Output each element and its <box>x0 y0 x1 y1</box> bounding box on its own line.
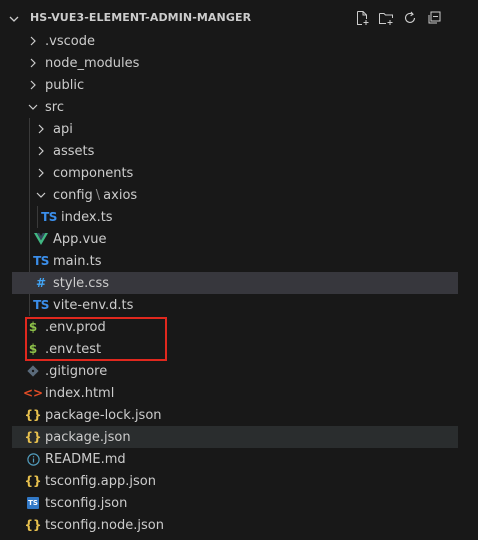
chevron-right-icon <box>33 118 49 140</box>
json-icon: {} <box>24 408 42 422</box>
tree-item-index-ts[interactable]: TS index.ts <box>0 206 478 228</box>
refresh-icon[interactable] <box>401 9 419 27</box>
tree-item-label: .gitignore <box>45 363 108 379</box>
chevron-down-icon <box>33 184 49 206</box>
chevron-right-icon <box>25 52 41 74</box>
tree-item-readme-md[interactable]: README.md <box>0 448 478 470</box>
tree-item-config-axios[interactable]: config \ axios <box>0 184 478 206</box>
tree-item-label: tsconfig.app.json <box>45 473 156 489</box>
chevron-right-icon <box>25 74 41 96</box>
chevron-right-icon <box>33 140 49 162</box>
tree-item-label: index.ts <box>61 209 113 225</box>
tree-item-node-modules[interactable]: node_modules <box>0 52 478 74</box>
json-icon: {} <box>24 474 42 488</box>
tree-item-src[interactable]: src <box>0 96 478 118</box>
tree-item-vscode[interactable]: .vscode <box>0 30 478 52</box>
html-icon: <> <box>22 386 44 400</box>
highlight-box <box>25 317 167 361</box>
tree-item-label: api <box>53 121 73 137</box>
tree-item-label: package-lock.json <box>45 407 162 423</box>
tree-item-label: public <box>45 77 85 93</box>
typescript-icon: TS <box>41 210 57 224</box>
collapse-all-icon[interactable] <box>425 9 443 27</box>
tree-item-style-css[interactable]: # style.css <box>12 272 458 294</box>
tree-item-gitignore[interactable]: .gitignore <box>0 360 478 382</box>
json-icon: {} <box>24 518 42 532</box>
tree-item-index-html[interactable]: <> index.html <box>0 382 478 404</box>
tree-item-label: src <box>45 99 64 115</box>
chevron-down-icon <box>25 96 41 118</box>
tree-item-label: App.vue <box>53 231 107 247</box>
folder-segment-config: config <box>53 187 93 203</box>
tree-item-tsconfig-node-json[interactable]: {} tsconfig.node.json <box>0 514 478 536</box>
git-icon <box>25 360 41 382</box>
tree-item-label: index.html <box>45 385 115 401</box>
tree-item-label: main.ts <box>53 253 102 269</box>
tree-item-label: vite-env.d.ts <box>53 297 134 313</box>
chevron-down-icon[interactable] <box>6 11 22 27</box>
tree-item-main-ts[interactable]: TS main.ts <box>0 250 478 272</box>
css-icon: # <box>35 276 47 290</box>
info-icon <box>25 448 41 470</box>
tree-item-label: package.json <box>45 429 131 445</box>
tree-item-label: .vscode <box>45 33 95 49</box>
folder-segment-axios: axios <box>103 187 138 203</box>
tree-item-tsconfig-json[interactable]: TS tsconfig.json <box>0 492 478 514</box>
tree-item-label: components <box>53 165 134 181</box>
tree-item-vite-env-dts[interactable]: TS vite-env.d.ts <box>0 294 478 316</box>
tree-item-label: style.css <box>53 275 109 291</box>
tree-item-api[interactable]: api <box>0 118 478 140</box>
tree-item-label: node_modules <box>45 55 140 71</box>
typescript-icon: TS <box>33 298 49 312</box>
tsconfig-icon: TS <box>27 497 39 509</box>
typescript-icon: TS <box>33 254 49 268</box>
json-icon: {} <box>24 430 42 444</box>
workspace-title[interactable]: HS-VUE3-ELEMENT-ADMIN-MANGER <box>30 11 251 24</box>
tree-item-components[interactable]: components <box>0 162 478 184</box>
tree-item-public[interactable]: public <box>0 74 478 96</box>
new-folder-icon[interactable] <box>377 9 395 27</box>
new-file-icon[interactable] <box>353 9 371 27</box>
vue-icon <box>33 228 49 250</box>
chevron-right-icon <box>25 30 41 52</box>
tree-item-label: tsconfig.node.json <box>45 517 164 533</box>
tree-item-assets[interactable]: assets <box>0 140 478 162</box>
tree-item-package-json[interactable]: {} package.json <box>12 426 458 448</box>
tree-item-label: README.md <box>45 451 126 467</box>
explorer-toolbar <box>353 9 443 27</box>
tree-item-label: tsconfig.json <box>45 495 128 511</box>
tree-item-label: config \ axios <box>53 184 137 206</box>
path-separator: \ <box>95 187 101 203</box>
tree-item-app-vue[interactable]: App.vue <box>0 228 478 250</box>
tree-item-package-lock-json[interactable]: {} package-lock.json <box>0 404 478 426</box>
tree-item-label: assets <box>53 143 95 159</box>
tree-item-tsconfig-app-json[interactable]: {} tsconfig.app.json <box>0 470 478 492</box>
chevron-right-icon <box>33 162 49 184</box>
